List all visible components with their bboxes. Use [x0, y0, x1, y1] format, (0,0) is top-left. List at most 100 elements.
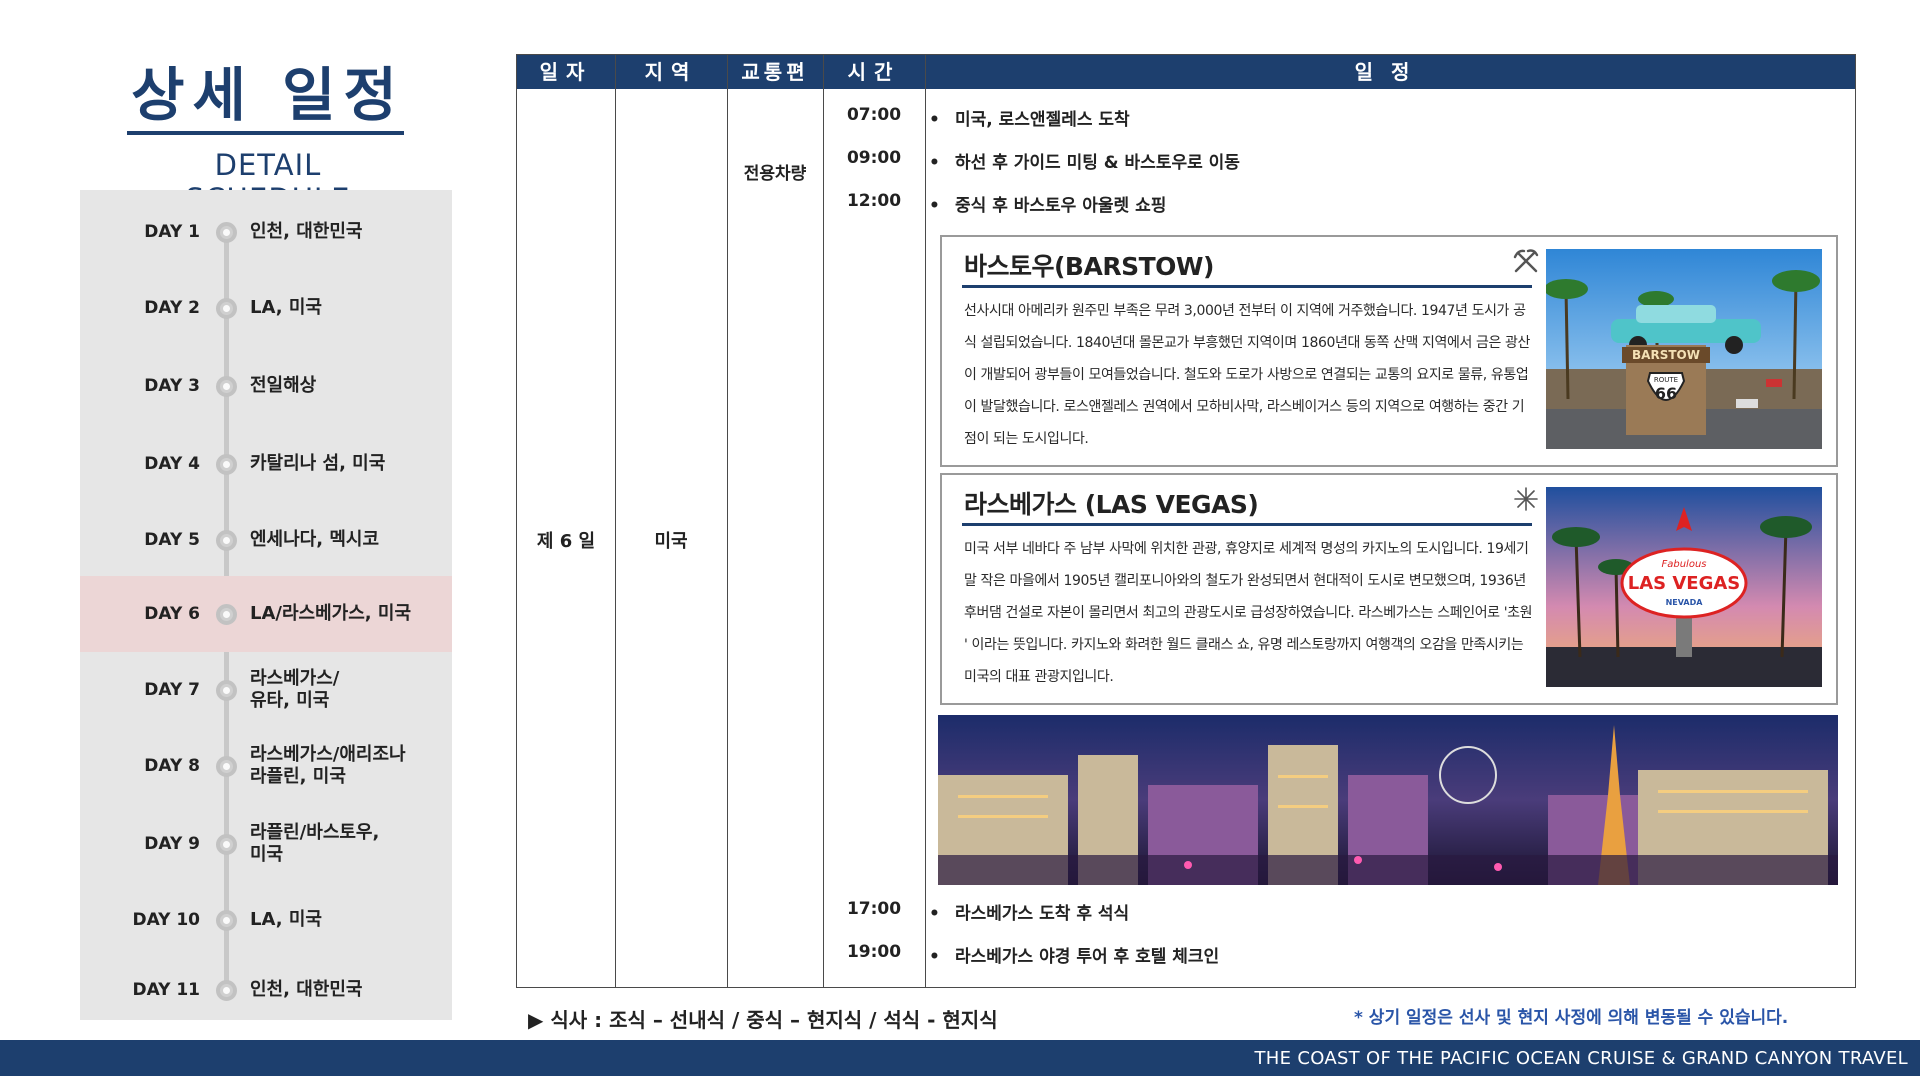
day-place: 카탈리나 섬, 미국	[250, 453, 386, 474]
lasvegas-title: 라스베가스 (LAS VEGAS)	[964, 490, 1259, 519]
column-divider	[615, 55, 616, 987]
sidebar-day-item: DAY 2 LA, 미국	[80, 280, 452, 336]
day-label: DAY 1	[144, 222, 200, 242]
day-label: DAY 7	[144, 680, 200, 700]
schedule-text: 중식 후 바스토우 아울렛 쇼핑	[955, 196, 1167, 216]
page: 상세 일정 DETAIL SCHEDULE DAY 1인천, 대한민국DAY 2…	[0, 0, 1920, 1076]
timeline-dot-icon	[216, 679, 237, 701]
bullet-icon: •	[929, 110, 940, 130]
schedule-time: 19:00	[846, 942, 902, 962]
sidebar-day-item: DAY 6 LA/라스베가스, 미국	[80, 576, 452, 652]
card-divider	[962, 285, 1532, 288]
day-place: 인천, 대한민국	[250, 979, 363, 1000]
column-divider	[925, 55, 926, 987]
vegas-sign-main: LAS VEGAS	[1628, 573, 1741, 594]
region-cell: 미국	[654, 531, 688, 552]
bullet-icon: •	[929, 947, 940, 967]
schedule-time: 09:00	[846, 148, 902, 168]
vegas-sign-bottom: NEVADA	[1666, 598, 1704, 607]
route-sign-text: ROUTE	[1654, 376, 1678, 384]
schedule-item: • 미국, 로스앤젤레스 도착	[929, 105, 1130, 130]
day-label: DAY 4	[144, 454, 200, 474]
schedule-time: 17:00	[846, 899, 902, 919]
day-place: 라플린/바스토우, 미국	[250, 822, 380, 865]
sidebar-day-item: DAY 7 라스베가스/ 유타, 미국	[80, 662, 452, 718]
day-place: 라스베가스/ 유타, 미국	[250, 668, 340, 711]
timeline-dot-icon	[216, 909, 237, 931]
barstow-title: 바스토우(BARSTOW)	[964, 252, 1214, 281]
schedule-time: 07:00	[846, 105, 902, 125]
table-header: 일자 지역 교통편 시간 일정	[517, 55, 1855, 89]
sidebar-day-item: DAY 4 카탈리나 섬, 미국	[80, 436, 452, 492]
fireworks-icon	[1514, 487, 1538, 511]
pickaxe-icon	[1513, 249, 1539, 273]
meal-info: ▶ 식사 : 조식 – 선내식 / 중식 – 현지식 / 석식 - 현지식	[528, 1008, 998, 1032]
header-time: 시간	[847, 60, 901, 84]
column-divider	[727, 55, 728, 987]
lasvegas-photo: Fabulous LAS VEGAS NEVADA	[1546, 487, 1822, 687]
timeline-dot-icon	[216, 755, 237, 777]
footer-bar: THE COAST OF THE PACIFIC OCEAN CRUISE & …	[0, 1040, 1920, 1076]
schedule-table: 일자 지역 교통편 시간 일정 제 6 일 미국 전용차량 07:00 • 미국, …	[516, 54, 1856, 988]
sidebar-day-item: DAY 10 LA, 미국	[80, 892, 452, 948]
schedule-text: 라스베가스 도착 후 석식	[955, 904, 1130, 924]
schedule-text: 라스베가스 야경 투어 후 호텔 체크인	[955, 947, 1220, 967]
barstow-description: 선사시대 아메리카 원주민 부족은 무려 3,000년 전부터 이 지역에 거주…	[964, 303, 1530, 447]
day-place: 인천, 대한민국	[250, 221, 363, 242]
barstow-card: 바스토우(BARSTOW) 선사시대 아메리카 원주민 부족은 무려 3,000…	[940, 235, 1838, 467]
sidebar-day-item: DAY 1 인천, 대한민국	[80, 204, 452, 260]
schedule-change-note: * 상기 일정은 선사 및 현지 사정에 의해 변동될 수 있습니다.	[1354, 1008, 1789, 1028]
vegas-sign-top: Fabulous	[1661, 559, 1706, 570]
schedule-item: • 하선 후 가이드 미팅 & 바스토우로 이동	[929, 148, 1240, 173]
las-vegas-panorama-photo	[938, 715, 1838, 885]
sidebar-day-item: DAY 3 전일해상	[80, 358, 452, 414]
day-place: 엔세나다, 멕시코	[250, 529, 380, 550]
timeline-dot-icon	[216, 297, 237, 319]
bullet-icon: •	[929, 196, 940, 216]
barstow-photo: BARSTOW ROUTE 66	[1546, 249, 1822, 449]
sidebar-day-item: DAY 11 인천, 대한민국	[80, 962, 452, 1018]
schedule-item: • 라스베가스 도착 후 석식	[929, 899, 1129, 924]
timeline-dot-icon	[216, 221, 237, 243]
header-region: 지역	[644, 60, 698, 84]
day-label: DAY 8	[144, 756, 200, 776]
schedule-text: 미국, 로스앤젤레스 도착	[955, 110, 1130, 130]
day-label: DAY 11	[132, 980, 200, 1000]
card-divider	[962, 523, 1532, 526]
page-title: 상세 일정	[131, 61, 405, 129]
header-transport: 교통편	[741, 60, 809, 84]
timeline-dot-icon	[216, 979, 237, 1001]
timeline-dot-icon	[216, 529, 237, 551]
timeline-dot-icon	[216, 833, 237, 855]
transport-cell: 전용차량	[743, 164, 807, 184]
day-label: DAY 6	[144, 604, 200, 624]
route-number-text: 66	[1655, 384, 1677, 403]
header-date: 일자	[539, 60, 593, 84]
day-place: LA/라스베가스, 미국	[250, 603, 411, 624]
day-label: DAY 3	[144, 376, 200, 396]
title-divider	[127, 131, 404, 135]
schedule-item: • 중식 후 바스토우 아울렛 쇼핑	[929, 191, 1166, 216]
day-label: DAY 2	[144, 298, 200, 318]
bullet-icon: •	[929, 904, 940, 924]
day-place: 라스베가스/애리조나 라플린, 미국	[250, 744, 406, 787]
day-label: DAY 10	[132, 910, 200, 930]
timeline-dot-icon	[216, 453, 237, 475]
timeline-dot-icon	[216, 375, 237, 397]
date-cell: 제 6 일	[536, 531, 596, 552]
sidebar-day-item: DAY 8 라스베가스/애리조나 라플린, 미국	[80, 738, 452, 794]
lasvegas-card: 라스베가스 (LAS VEGAS) 미국 서부 네바다 주 남부 사막에 위치한…	[940, 473, 1838, 705]
day-label: DAY 9	[144, 834, 200, 854]
lasvegas-description: 미국 서부 네바다 주 남부 사막에 위치한 관광, 휴양지로 세계적 명성의 …	[964, 541, 1533, 685]
day-place: LA, 미국	[250, 909, 322, 930]
sidebar-day-item: DAY 5 엔세나다, 멕시코	[80, 512, 452, 568]
bullet-icon: •	[929, 153, 940, 173]
header-schedule: 일정	[1354, 60, 1428, 84]
schedule-text: 하선 후 가이드 미팅 & 바스토우로 이동	[955, 153, 1240, 173]
schedule-item: • 라스베가스 야경 투어 후 호텔 체크인	[929, 942, 1219, 967]
schedule-time: 12:00	[846, 191, 902, 211]
day-place: 전일해상	[250, 375, 317, 396]
day-place: LA, 미국	[250, 297, 322, 318]
sidebar-day-item: DAY 9 라플린/바스토우, 미국	[80, 816, 452, 872]
footer-text: THE COAST OF THE PACIFIC OCEAN CRUISE & …	[1254, 1048, 1908, 1069]
